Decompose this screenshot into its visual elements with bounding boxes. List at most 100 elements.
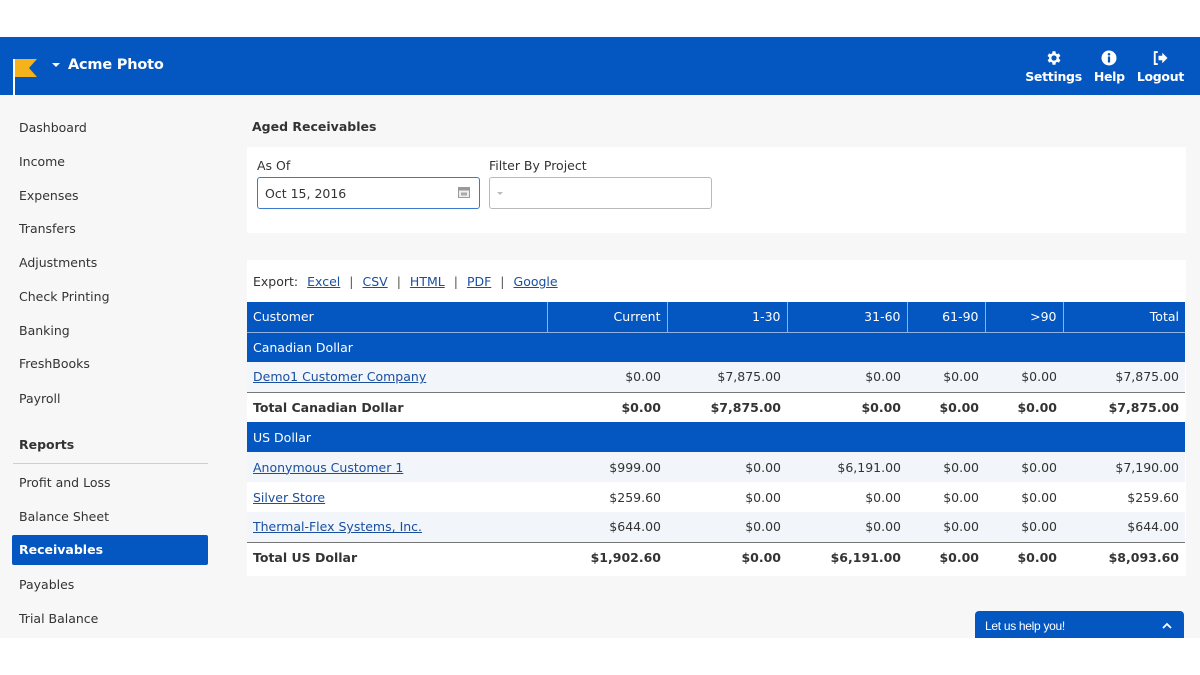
over-90-cell: $0.00 [985,362,1063,392]
1-30-cell: $0.00 [667,512,787,542]
over-90-cell: $0.00 [985,512,1063,542]
sidebar-item-receivables[interactable]: Receivables [12,535,208,565]
export-html-link[interactable]: HTML [410,274,445,289]
over-90-cell: $0.00 [985,452,1063,482]
export-google-link[interactable]: Google [514,274,558,289]
export-pdf-link[interactable]: PDF [467,274,491,289]
separator: | [453,274,458,289]
current-cell: $1,902.60 [547,541,667,572]
separator: | [396,274,401,289]
customer-cell: Anonymous Customer 1 [247,452,547,482]
select-caret-icon [497,192,503,195]
1-30-cell: $0.00 [667,482,787,512]
export-label: Export: [253,274,299,289]
31-60-cell: $0.00 [787,362,907,392]
over-90-cell: $0.00 [985,541,1063,572]
31-60-cell: $6,191.00 [787,541,907,572]
sidebar-item-payables[interactable]: Payables [12,570,208,600]
export-excel-link[interactable]: Excel [307,274,340,289]
column-header-current[interactable]: Current [546,302,667,333]
filter-project-label: Filter By Project [489,158,587,173]
31-60-cell: $0.00 [787,482,907,512]
column-header-1-30[interactable]: 1-30 [666,302,787,333]
app-name: Acme Photo [68,57,164,73]
settings-button[interactable]: Settings [1025,49,1082,84]
customer-link[interactable]: Thermal-Flex Systems, Inc. [253,519,422,534]
column-header-31-60[interactable]: 31-60 [786,302,907,333]
1-30-cell: $7,875.00 [667,391,787,422]
gear-icon [1047,51,1060,65]
over-90-cell: $0.00 [985,482,1063,512]
flag-logo-icon [15,59,37,77]
total-cell: $8,093.60 [1063,541,1185,572]
sidebar-item-transfers[interactable]: Transfers [12,214,208,244]
customer-cell: Silver Store [247,482,547,512]
logout-label: Logout [1136,69,1184,84]
61-90-cell: $0.00 [907,512,985,542]
group-row-canadian-dollar: Canadian Dollar [247,332,1185,362]
table-row: Silver Store $259.60 $0.00 $0.00 $0.00 $… [247,482,1185,512]
calendar-icon[interactable] [458,186,470,198]
column-header-61-90[interactable]: 61-90 [906,302,985,333]
logout-icon [1154,51,1168,65]
current-cell: $0.00 [547,362,667,392]
sidebar-item-income[interactable]: Income [12,147,208,177]
sidebar-item-banking[interactable]: Banking [12,316,208,346]
app-switcher[interactable]: Acme Photo [52,57,164,73]
total-label: Total US Dollar [247,541,547,572]
customer-cell: Demo1 Customer Company [247,362,547,392]
logout-button[interactable]: Logout [1137,49,1184,84]
chevron-up-icon [1162,622,1172,629]
31-60-cell: $6,191.00 [787,452,907,482]
total-cell: $7,190.00 [1063,452,1185,482]
column-header-over-90[interactable]: >90 [984,302,1063,333]
sidebar-item-dashboard[interactable]: Dashboard [12,113,208,143]
group-row-us-dollar: US Dollar [247,422,1185,452]
sidebar-item-freshbooks[interactable]: FreshBooks [12,349,208,379]
separator: | [500,274,505,289]
1-30-cell: $7,875.00 [667,362,787,392]
sidebar-item-profit-and-loss[interactable]: Profit and Loss [12,468,208,498]
page-title: Aged Receivables [252,119,377,134]
customer-link[interactable]: Demo1 Customer Company [253,369,426,384]
total-row-us-dollar: Total US Dollar $1,902.60 $0.00 $6,191.0… [247,541,1185,572]
as-of-date-input[interactable] [257,177,480,209]
caret-down-icon [52,63,60,67]
sidebar-item-payroll[interactable]: Payroll [12,384,208,414]
sidebar-item-adjustments[interactable]: Adjustments [12,248,208,278]
sidebar-item-balance-sheet[interactable]: Balance Sheet [12,502,208,532]
column-header-total[interactable]: Total [1062,302,1185,333]
top-bar: Acme Photo Settings Help Logout [0,37,1200,95]
sidebar-divider [13,463,208,464]
app-frame: Acme Photo Settings Help Logout Dashboar… [0,37,1200,638]
export-bar: Export: Excel | CSV | HTML | PDF | Googl… [253,274,558,289]
sidebar-item-check-printing[interactable]: Check Printing [12,282,208,312]
customer-link[interactable]: Anonymous Customer 1 [253,460,403,475]
export-csv-link[interactable]: CSV [362,274,387,289]
current-cell: $644.00 [547,512,667,542]
project-filter-select[interactable] [489,177,712,209]
61-90-cell: $0.00 [907,452,985,482]
column-header-customer[interactable]: Customer [247,302,547,333]
group-label: Canadian Dollar [247,332,1185,362]
current-cell: $0.00 [547,391,667,422]
aged-receivables-table: Customer Current 1-30 31-60 61-90 >90 To… [247,302,1185,572]
customer-link[interactable]: Silver Store [253,490,325,505]
customer-cell: Thermal-Flex Systems, Inc. [247,512,547,542]
help-button[interactable]: Help [1094,49,1125,84]
total-label: Total Canadian Dollar [247,391,547,422]
reports-heading: Reports [19,437,75,452]
table-row: Demo1 Customer Company $0.00 $7,875.00 $… [247,362,1185,392]
sidebar-item-trial-balance[interactable]: Trial Balance [12,604,208,634]
info-icon [1101,50,1117,66]
31-60-cell: $0.00 [787,391,907,422]
over-90-cell: $0.00 [985,391,1063,422]
61-90-cell: $0.00 [907,362,985,392]
sidebar-item-expenses[interactable]: Expenses [12,181,208,211]
table-row: Anonymous Customer 1 $999.00 $0.00 $6,19… [247,452,1185,482]
total-cell: $7,875.00 [1063,362,1185,392]
31-60-cell: $0.00 [787,512,907,542]
total-cell: $7,875.00 [1063,391,1185,422]
help-chat-widget[interactable]: Let us help you! [975,611,1184,638]
61-90-cell: $0.00 [907,391,985,422]
